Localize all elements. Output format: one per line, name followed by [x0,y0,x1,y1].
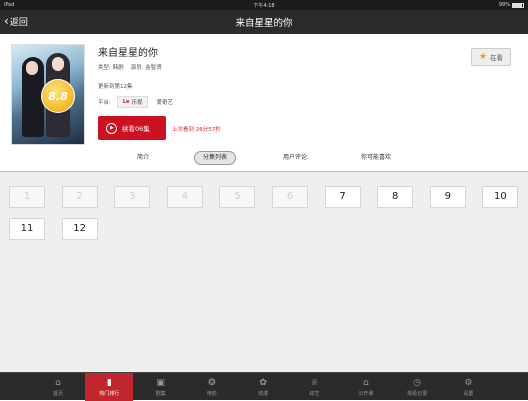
platform-iqiyi-label: 爱奇艺 [156,100,173,106]
play-icon: ▶ [106,122,117,134]
tabbar-item-home[interactable]: ⌂ 首页 [34,373,82,401]
star-icon: ★ [478,51,488,62]
tab-synopsis[interactable]: 简介 [128,151,158,165]
episode-8-button[interactable]: 8 [377,186,414,208]
history-clock-icon: ◷ [413,378,422,388]
genre-label: 类型: [98,65,111,71]
episode-5-button: 5 [219,186,256,208]
detail-tabs: 简介 分集列表 用户评论 你可能喜欢 [0,149,528,171]
tabbar-label: 电影 [206,391,217,397]
home-icon: ⌂ [55,378,61,388]
show-title: 来自星星的你 [98,48,158,59]
cast-label: 演员: [130,65,144,71]
last-watched-position: 上次看到 26分57秒 [172,127,221,133]
tabbar-label: 设置 [463,391,474,397]
genre-value: 韩剧 [112,65,124,71]
episode-9-button[interactable]: 9 [429,186,466,208]
episode-1-button: 1 [9,186,45,208]
platform-letv-button[interactable]: Le 乐视 [116,96,149,108]
tabbar-item-history-clock[interactable]: ◷ 观看记录 [393,373,441,401]
battery-percent: 99% [498,2,510,8]
tabbar-item-variety[interactable]: ♕ 综艺 [291,373,339,401]
tabbar-item-ranking[interactable]: ▮ 热门排行 [85,373,134,401]
settings-gear-icon: ⚙ [464,378,473,388]
battery-icon [512,3,524,8]
platform-iqiyi-button[interactable]: 爱奇艺 [154,98,173,106]
platform-label: 平台: [98,100,111,106]
variety-icon: ♕ [310,378,319,388]
score-badge: 8.8 [41,79,75,113]
update-status: 更新到第12集 [98,84,133,90]
film-reel-icon: ❂ [208,378,216,388]
watching-label: 在看 [490,54,504,62]
navigation-bar: ‹ 返回 来自星星的你 [0,10,528,34]
page-title: 来自星星的你 [235,18,293,29]
tab-user-reviews[interactable]: 用户评论 [276,151,314,165]
bottom-tab-bar: ⌂ 首页 ▮ 热门排行 ▣ 剧集 ❂ 电影 ✿ 动漫 ♕ 综艺 ⌂ 公开课 ◷ 观看记录 ⚙ 设置 [0,372,528,401]
continue-watching-button[interactable]: ▶ 续看06集 [98,116,166,140]
watching-toggle-button[interactable]: ★ 在看 [471,48,511,66]
anime-icon: ✿ [259,378,267,388]
cast-value: 金智贤 [145,65,162,71]
show-meta: 类型: 韩剧 演员: 金智贤 [98,63,162,71]
platform-row: 平台: Le 乐视 爱奇艺 [98,96,173,108]
episode-7-button[interactable]: 7 [324,186,361,208]
letv-logo-icon: Le [122,99,130,105]
tv-series-icon: ▣ [156,378,165,388]
episode-3-button: 3 [114,186,151,208]
status-time: 下午4:18 [253,3,275,9]
tabbar-item-open-course[interactable]: ⌂ 公开课 [342,373,390,401]
tab-episode-list[interactable]: 分集列表 [194,151,236,165]
episode-12-button[interactable]: 12 [61,218,98,240]
tabbar-item-anime[interactable]: ✿ 动漫 [239,373,287,401]
platform-letv-label: 乐视 [131,100,143,106]
ranking-icon: ▮ [106,378,112,388]
episode-11-button[interactable]: 11 [9,218,45,240]
tabbar-item-settings-gear[interactable]: ⚙ 设置 [444,373,492,401]
tabbar-label: 公开课 [358,391,374,397]
episode-2-button: 2 [61,186,98,208]
tabbar-item-tv-series[interactable]: ▣ 剧集 [137,373,185,401]
tabbar-label: 首页 [52,391,63,397]
continue-watching-label: 续看06集 [122,125,150,133]
tabbar-label: 观看记录 [407,391,428,397]
tabbar-label: 热门排行 [99,391,120,397]
episode-10-button[interactable]: 10 [482,186,519,208]
episode-6-button: 6 [272,186,308,208]
tabbar-label: 动漫 [258,391,269,397]
episode-list: 1 2 3 4 5 6 7 8 9 10 11 12 [0,172,528,372]
tabbar-item-film-reel[interactable]: ❂ 电影 [188,373,236,401]
episode-4-button: 4 [166,186,203,208]
status-bar: iPad 下午4:18 99% [0,0,528,10]
tabbar-label: 剧集 [155,391,166,397]
tabbar-label: 综艺 [309,391,320,397]
tab-recommendations[interactable]: 你可能喜欢 [354,151,398,165]
open-course-icon: ⌂ [362,378,369,388]
